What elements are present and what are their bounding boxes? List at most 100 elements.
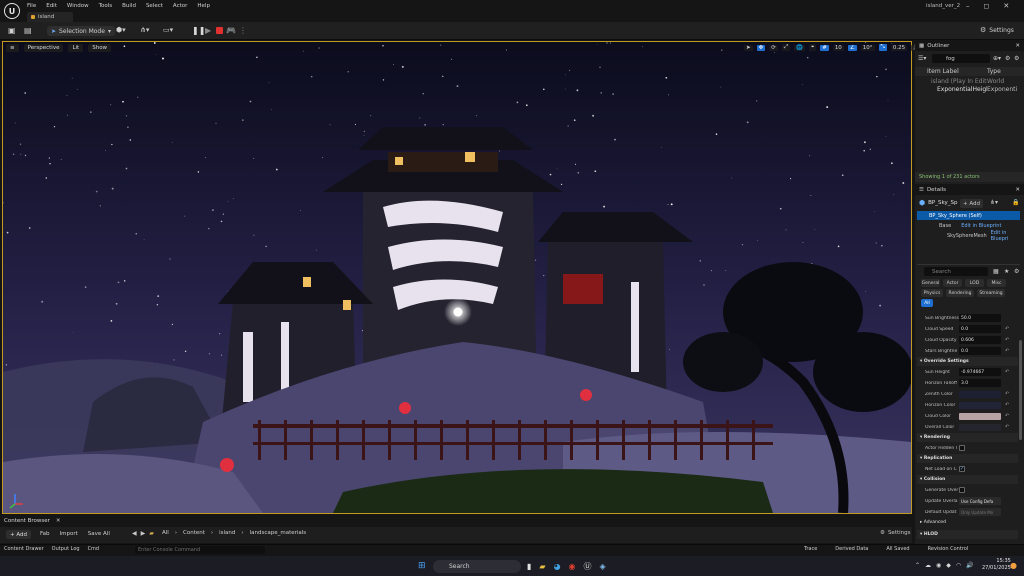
filter-actor[interactable]: Actor <box>943 279 962 287</box>
content-browser-tab[interactable]: Content Browser <box>0 518 50 524</box>
filter-icon[interactable]: ☰▾ <box>918 55 926 62</box>
content-add-button[interactable]: + Add <box>6 530 32 539</box>
unreal-taskbar-icon[interactable]: Ⓤ <box>584 561 592 572</box>
breadcrumb-content[interactable]: Content <box>183 530 205 536</box>
property-value-input[interactable]: 50.0 <box>959 314 1001 322</box>
filter-general[interactable]: General <box>921 279 940 287</box>
section-replication[interactable]: ▾ Replication <box>917 454 1018 463</box>
close-icon[interactable]: ✕ <box>1003 2 1009 10</box>
output-log-button[interactable]: Output Log <box>52 546 80 552</box>
add-component-button[interactable]: + Add <box>960 199 984 208</box>
unreal-logo-icon[interactable]: U <box>4 3 20 19</box>
filter-misc[interactable]: Misc <box>987 279 1006 287</box>
task-view-icon[interactable]: ▮ <box>527 562 531 571</box>
property-value-input[interactable]: 0.606 <box>959 336 1001 344</box>
maximize-icon[interactable]: ◻ <box>984 2 990 10</box>
breadcrumb-landscape-materials[interactable]: landscape_materials <box>250 530 307 536</box>
play-icon[interactable]: ▶ <box>205 26 211 35</box>
reset-icon[interactable]: ↶ <box>1005 337 1009 343</box>
outliner-row[interactable]: ExponentialHeightFog Exponenti <box>915 85 1024 93</box>
details-search-input[interactable]: Search <box>924 267 988 276</box>
menu-select[interactable]: Select <box>146 3 163 9</box>
file-explorer-icon[interactable]: ▰ <box>539 562 545 571</box>
pause-icon[interactable]: ❚❚ <box>192 26 205 35</box>
rotate-tool-icon[interactable]: ⟳ <box>769 44 778 51</box>
edge-icon[interactable]: ◕ <box>554 562 561 571</box>
property-value-input[interactable]: 0.0 <box>959 325 1001 333</box>
revision-control-button[interactable]: Revision Control <box>928 546 969 552</box>
color-swatch[interactable] <box>959 423 1001 431</box>
menu-tools[interactable]: Tools <box>99 3 113 9</box>
chrome-icon[interactable]: ◉ <box>569 562 576 571</box>
onedrive-icon[interactable]: ☁ <box>925 562 931 569</box>
menu-edit[interactable]: Edit <box>46 3 57 9</box>
scale-snap-icon[interactable]: ⤡ <box>878 44 887 51</box>
content-icon[interactable]: ▤ <box>24 26 32 35</box>
color-swatch[interactable] <box>959 390 1001 398</box>
content-settings-button[interactable]: ⚙ Settings <box>880 530 911 536</box>
stop-icon[interactable] <box>216 27 223 34</box>
property-dropdown[interactable]: Only Update Mo <box>959 508 1001 516</box>
blueprint-options-icon[interactable]: ⋔▾ <box>990 199 998 206</box>
grid-snap-icon[interactable]: # <box>820 44 829 51</box>
back-icon[interactable]: ◀ <box>132 530 137 537</box>
blueprint-icon[interactable]: ⋔▾ <box>140 26 149 34</box>
rotation-snap-icon[interactable]: ∠ <box>847 44 857 51</box>
console-input[interactable]: Enter Console Command <box>135 546 265 554</box>
property-value-input[interactable]: 0.0 <box>959 347 1001 355</box>
favorites-icon[interactable]: ★ <box>1004 268 1009 275</box>
section-collision[interactable]: ▾ Collision <box>917 475 1018 484</box>
add-actor-icon[interactable]: ⬢▾ <box>116 26 126 34</box>
column-type[interactable]: Type <box>987 68 1001 75</box>
perspective-button[interactable]: Perspective <box>23 44 64 52</box>
minimize-icon[interactable]: – <box>966 2 970 10</box>
scale-tool-icon[interactable]: ⤢ <box>781 44 791 51</box>
filter-streaming[interactable]: Streaming <box>977 289 1005 297</box>
cmd-dropdown[interactable]: Cmd <box>88 546 100 552</box>
tray-expand-icon[interactable]: ⌃ <box>915 562 920 569</box>
wifi-icon[interactable]: ◠ <box>956 562 961 569</box>
menu-actor[interactable]: Actor <box>173 3 187 9</box>
import-button[interactable]: Import <box>60 531 78 537</box>
reset-icon[interactable]: ↶ <box>1005 424 1009 430</box>
reset-icon[interactable]: ↶ <box>1005 391 1009 397</box>
outliner-settings-icon[interactable]: ⚙ <box>1005 55 1010 62</box>
translate-tool-icon[interactable]: ✥ <box>756 44 766 51</box>
menu-help[interactable]: Help <box>197 3 210 9</box>
component-self[interactable]: BP_Sky_Sphere (Self) <box>917 211 1020 220</box>
derived-data-button[interactable]: Derived Data <box>835 546 868 552</box>
edit-in-blueprint-link[interactable]: Edit in Bluepri <box>991 230 1020 242</box>
close-icon[interactable]: ✕ <box>1015 187 1020 193</box>
filter-physics[interactable]: Physics <box>921 289 943 297</box>
trace-button[interactable]: Trace <box>804 546 817 552</box>
volume-icon[interactable]: 🔊 <box>966 562 973 569</box>
more-options-icon[interactable]: ⋮ <box>239 26 247 35</box>
filter-lod[interactable]: LOD <box>965 279 984 287</box>
edit-in-blueprint-link[interactable]: Edit in Blueprint <box>961 223 1001 229</box>
breadcrumb-island[interactable]: island <box>219 530 235 536</box>
taskbar-clock[interactable]: 15:35 27/01/2025 <box>982 558 1011 572</box>
color-swatch[interactable] <box>959 401 1001 409</box>
filter-rendering[interactable]: Rendering <box>946 289 974 297</box>
section-advanced[interactable]: ▸ Advanced <box>917 518 1018 527</box>
details-scrollbar[interactable] <box>1019 340 1022 440</box>
column-item-label[interactable]: Item Label <box>915 68 987 75</box>
menu-build[interactable]: Build <box>122 3 136 9</box>
actor-name-field[interactable]: BP_Sky_Sp <box>928 200 957 206</box>
reset-icon[interactable]: ↶ <box>1005 402 1009 408</box>
level-tab[interactable]: island <box>27 12 73 22</box>
app-tray-icon[interactable]: ◉ <box>936 562 941 569</box>
checkbox-checked[interactable]: ✓ <box>959 466 965 472</box>
breadcrumb-all[interactable]: All <box>162 530 169 536</box>
outliner-row[interactable]: island (Play In Editor) World <box>915 77 1024 85</box>
selection-mode-dropdown[interactable]: ➤ Selection Mode ▾ <box>47 26 115 36</box>
filter-all[interactable]: All <box>921 299 933 307</box>
level-viewport[interactable] <box>2 41 912 514</box>
details-settings-icon[interactable]: ⚙ <box>1014 268 1019 275</box>
section-override-settings[interactable]: ▾ Override Settings <box>917 357 1018 366</box>
notification-icon[interactable]: ● <box>1010 561 1017 570</box>
save-icon[interactable]: ▣ <box>8 26 16 35</box>
world-local-icon[interactable]: 🌐 <box>794 44 806 51</box>
taskbar-search-input[interactable]: Search <box>433 560 521 573</box>
section-hlod[interactable]: ▾ HLOD <box>917 530 1018 539</box>
